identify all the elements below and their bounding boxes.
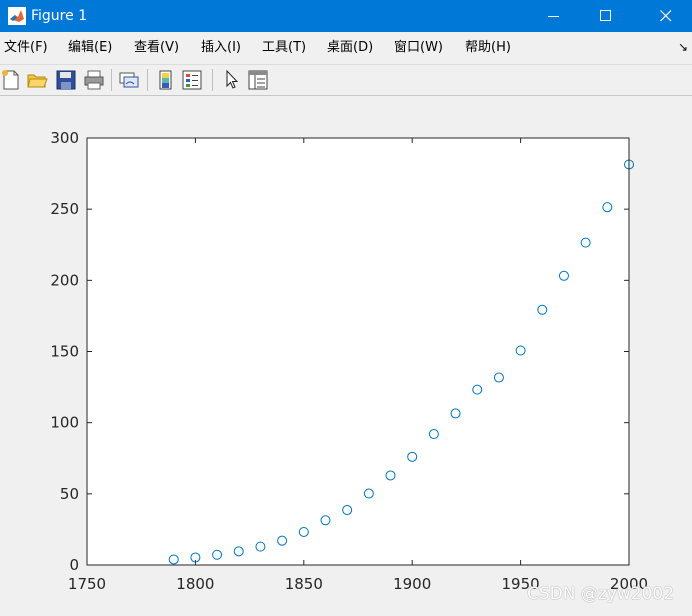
- axes-background: [87, 138, 629, 565]
- toolbar-separator: [147, 69, 148, 91]
- toolbar: [0, 65, 692, 96]
- save-icon[interactable]: [55, 69, 77, 91]
- y-tick-label: 150: [50, 343, 79, 361]
- y-tick-label: 300: [50, 129, 79, 147]
- matlab-icon: [8, 7, 26, 25]
- maximize-button[interactable]: [583, 0, 629, 32]
- y-tick-label: 0: [69, 556, 79, 574]
- x-tick-label: 1900: [393, 575, 431, 593]
- minimize-icon: [548, 16, 559, 17]
- y-tick-label: 100: [50, 414, 79, 432]
- dock-figure-icon[interactable]: ↘: [678, 40, 688, 54]
- menu-window[interactable]: 窗口(W): [394, 40, 443, 56]
- menu-help[interactable]: 帮助(H): [465, 40, 511, 56]
- y-tick-label: 250: [50, 200, 79, 218]
- scatter-plot[interactable]: 1750 1800 1850 1900 1950 20000501001502002503…: [0, 96, 692, 616]
- property-inspector-icon[interactable]: [247, 69, 269, 91]
- close-button[interactable]: [643, 0, 689, 32]
- edit-plot-arrow-icon[interactable]: [221, 69, 243, 91]
- menu-bar: 文件(F) 编辑(E) 查看(V) 插入(I) 工具(T) 桌面(D) 窗口(W…: [0, 32, 692, 65]
- toolbar-separator: [212, 69, 213, 91]
- menu-insert[interactable]: 插入(I): [201, 40, 241, 56]
- x-tick-label: 1800: [176, 575, 214, 593]
- menu-tools[interactable]: 工具(T): [262, 40, 306, 56]
- close-icon: [660, 10, 672, 22]
- menu-file[interactable]: 文件(F): [4, 40, 48, 56]
- watermark-text: CSDN @zyw2002: [527, 584, 675, 604]
- title-bar: Figure 1: [0, 0, 692, 32]
- toolbar-separator: [111, 69, 112, 91]
- maximize-icon: [600, 10, 611, 21]
- print-icon[interactable]: [83, 69, 105, 91]
- minimize-button[interactable]: [531, 0, 577, 32]
- open-file-icon[interactable]: [26, 69, 48, 91]
- insert-colorbar-icon[interactable]: [155, 69, 177, 91]
- x-tick-label: 1750: [68, 575, 106, 593]
- window-title: Figure 1: [31, 8, 88, 24]
- menu-edit[interactable]: 编辑(E): [68, 40, 112, 56]
- menu-view[interactable]: 查看(V): [134, 40, 179, 56]
- y-tick-label: 50: [60, 485, 79, 503]
- y-tick-label: 200: [50, 271, 79, 289]
- insert-legend-icon[interactable]: [181, 69, 203, 91]
- new-figure-icon[interactable]: [0, 69, 22, 91]
- x-tick-label: 1850: [285, 575, 323, 593]
- menu-desktop[interactable]: 桌面(D): [327, 40, 373, 56]
- link-plot-icon[interactable]: [118, 69, 140, 91]
